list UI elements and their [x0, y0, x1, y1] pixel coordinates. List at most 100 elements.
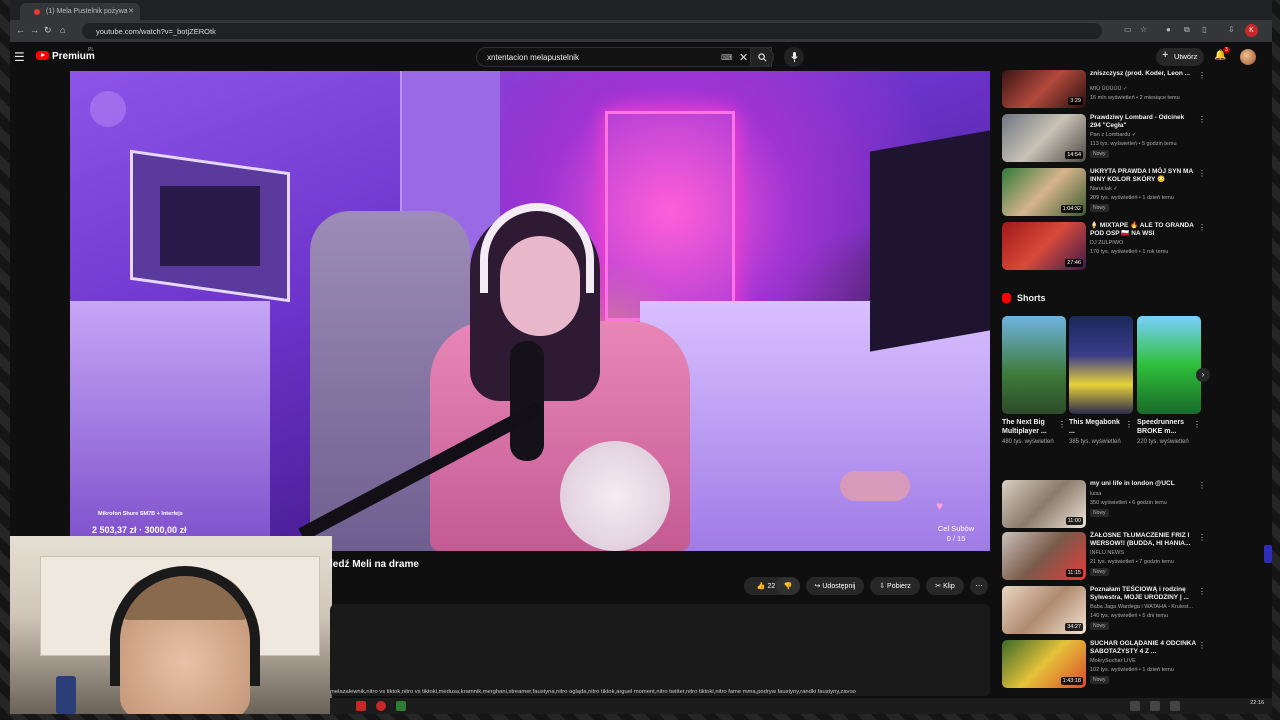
chevron-right-icon[interactable]: › — [1196, 368, 1210, 382]
more-vert-icon[interactable]: ⋮ — [1125, 420, 1133, 429]
profile-avatar[interactable]: K — [1245, 24, 1258, 37]
short-item[interactable]: Speedrunners BROKE m... 220 tys. wyświet… — [1137, 316, 1201, 446]
video-thumbnail[interactable]: 14:54 — [1002, 114, 1086, 162]
overlay-mic-goal: Mikrofon Shure SM7B + Interfejs — [98, 511, 183, 517]
more-vert-icon[interactable]: ⋮ — [1193, 420, 1201, 429]
avatar[interactable] — [1240, 49, 1256, 65]
create-button[interactable]: + Utwórz — [1156, 48, 1204, 66]
video-tags: melazalewnik,nitro vs tiktok,nitro vs ti… — [330, 689, 856, 695]
like-count: 22 — [767, 583, 776, 590]
browser-tab[interactable]: (1) Mela Pustelnik pożywa ✕ — [20, 3, 140, 20]
search-button[interactable] — [750, 47, 774, 67]
description-box[interactable] — [330, 604, 990, 696]
rec-channel[interactable]: MIŪ ŪŪŪŪŪ ✓ — [1090, 86, 1128, 92]
more-icon: ⋯ — [975, 583, 983, 590]
video-thumbnail[interactable]: 1:04:32 — [1002, 168, 1086, 216]
sidepanel-icon[interactable]: ▯ — [1202, 25, 1206, 34]
plus-icon: + — [1162, 49, 1169, 61]
clip-label: Klip — [943, 583, 955, 590]
new-badge: Nowy — [1090, 150, 1109, 158]
recommendation-item[interactable]: 11:00 my uni life in london @UCL luisa 3… — [1002, 480, 1212, 530]
bookmark-star-icon[interactable]: ☆ — [1140, 25, 1147, 34]
rec-meta: 209 tys. wyświetleń • 1 dzień temu — [1090, 195, 1174, 201]
more-vert-icon[interactable]: ⋮ — [1058, 420, 1066, 429]
downloads-icon[interactable]: ⇩ — [1228, 25, 1235, 34]
back-icon[interactable]: ← — [16, 25, 25, 35]
browser-icon[interactable] — [376, 701, 386, 711]
more-actions-button[interactable]: ⋯ — [970, 577, 988, 595]
home-icon[interactable]: ⌂ — [60, 25, 65, 35]
reload-icon[interactable]: ↻ — [44, 25, 52, 36]
wifi-icon[interactable] — [1150, 701, 1160, 711]
volume-icon[interactable] — [1170, 701, 1180, 711]
tab-title: (1) Mela Pustelnik pożywa — [46, 8, 128, 15]
download-button[interactable]: ⇩ Pobierz — [870, 577, 920, 595]
video-thumbnail[interactable]: 11:00 — [1002, 480, 1086, 528]
keyboard-icon[interactable]: ⌨ — [721, 53, 733, 62]
tv-screen — [870, 130, 990, 352]
recommendation-item[interactable]: 1:04:32 UKRYTA PRAWDA I MÓJ SYN MA INNY … — [1002, 168, 1212, 218]
rec-channel[interactable]: MokrySuchar LIVE — [1090, 658, 1136, 664]
recommendation-item[interactable]: 11:15 ŻAŁOSNE TŁUMACZENIE FRIZ I WERSOW!… — [1002, 532, 1212, 582]
download-icon: ⇩ — [879, 583, 886, 590]
more-vert-icon[interactable]: ⋮ — [1198, 641, 1206, 650]
app-icon[interactable] — [356, 701, 366, 711]
monitor-screen — [160, 186, 260, 266]
more-vert-icon[interactable]: ⋮ — [1198, 115, 1206, 124]
video-player[interactable]: Mikrofon Shure SM7B + Interfejs 2 503,37… — [70, 71, 990, 551]
scrollbar-thumb[interactable] — [1264, 545, 1272, 563]
cast-icon[interactable]: ▭ — [1124, 25, 1132, 34]
short-title: This Megabonk ... — [1069, 419, 1120, 435]
youtube-logo-icon[interactable] — [36, 51, 49, 60]
short-item[interactable]: This Megabonk ... 385 tys. wyświetleń ⋮ — [1069, 316, 1133, 446]
address-bar[interactable]: youtube.com/watch?v=_botjZEROtk — [82, 23, 1102, 39]
more-vert-icon[interactable]: ⋮ — [1198, 587, 1206, 596]
voice-search-button[interactable] — [784, 47, 804, 67]
rec-channel[interactable]: INFLU NEWS — [1090, 550, 1124, 556]
short-thumbnail[interactable] — [1137, 316, 1201, 414]
more-vert-icon[interactable]: ⋮ — [1198, 533, 1206, 542]
close-tab-icon[interactable]: ✕ — [128, 7, 134, 15]
clip-button[interactable]: ✂ Klip — [926, 577, 964, 595]
mouse-hand — [840, 471, 910, 501]
recommendation-item[interactable]: 1:43:18 SUCHAR OGLĄDANIE 4 ODCINKA SABOT… — [1002, 640, 1212, 690]
recommendation-item[interactable]: 27:46 🍦 MIXTAPE 🔥 ALE TO GRANDA POD OSP … — [1002, 222, 1212, 272]
overlay-sub-goal: Cel Subów 0 / 15 — [926, 524, 986, 544]
app-icon[interactable] — [396, 701, 406, 711]
rec-channel[interactable]: DJ ZULPIWO — [1090, 240, 1123, 246]
search-input[interactable]: xntentacion melapustelnik ⌨ ✕ — [476, 47, 772, 67]
new-badge: Nowy — [1090, 622, 1109, 630]
url-text: youtube.com/watch?v=_botjZEROtk — [96, 27, 216, 36]
dislike-button[interactable]: 👎 — [776, 577, 800, 595]
rec-channel[interactable]: Naruciak ✓ — [1090, 186, 1118, 192]
rec-title: Prawdziwy Lombard - Odcinek 294 "Cegła" — [1090, 114, 1185, 129]
video-thumbnail[interactable]: 1:43:18 — [1002, 640, 1086, 688]
recommendation-item[interactable]: 3:29 zniszczysz (prod. Koder, Leon ... M… — [1002, 70, 1212, 120]
notification-badge: 3 — [1223, 47, 1230, 53]
tray-icon[interactable] — [1130, 701, 1140, 711]
short-thumbnail[interactable] — [1002, 316, 1066, 414]
clear-search-icon[interactable]: ✕ — [739, 51, 748, 64]
more-vert-icon[interactable]: ⋮ — [1198, 223, 1206, 232]
rec-channel[interactable]: luisa — [1090, 491, 1101, 497]
recommendation-item[interactable]: 14:54 Prawdziwy Lombard - Odcinek 294 "C… — [1002, 114, 1212, 164]
duration: 11:15 — [1065, 569, 1083, 577]
rec-channel[interactable]: Baba Jaga Wardega i WATAHA - Krulest... — [1090, 604, 1193, 610]
forward-icon[interactable]: → — [30, 25, 39, 35]
extension-icon[interactable]: ● — [1166, 25, 1171, 34]
video-thumbnail[interactable]: 27:46 — [1002, 222, 1086, 270]
extension-puzzle-icon[interactable]: ⧉ — [1184, 25, 1190, 35]
video-thumbnail[interactable]: 34:27 — [1002, 586, 1086, 634]
menu-icon[interactable]: ☰ — [14, 50, 25, 64]
more-vert-icon[interactable]: ⋮ — [1198, 481, 1206, 490]
video-thumbnail[interactable]: 11:15 — [1002, 532, 1086, 580]
rec-title: ŻAŁOSNE TŁUMACZENIE FRIZ I WERSOW!! (BUD… — [1090, 532, 1191, 547]
share-button[interactable]: ↪ Udostępnij — [806, 577, 864, 595]
video-thumbnail[interactable]: 3:29 — [1002, 70, 1086, 108]
more-vert-icon[interactable]: ⋮ — [1198, 169, 1206, 178]
rec-channel[interactable]: Pan z Lombardu ✓ — [1090, 132, 1137, 138]
recommendation-item[interactable]: 34:27 Poznałam TEŚCIOWĄ i rodzinę Sylwes… — [1002, 586, 1212, 636]
more-vert-icon[interactable]: ⋮ — [1198, 71, 1206, 80]
short-item[interactable]: The Next Big Multiplayer ... 480 tys. wy… — [1002, 316, 1066, 446]
short-thumbnail[interactable] — [1069, 316, 1133, 414]
